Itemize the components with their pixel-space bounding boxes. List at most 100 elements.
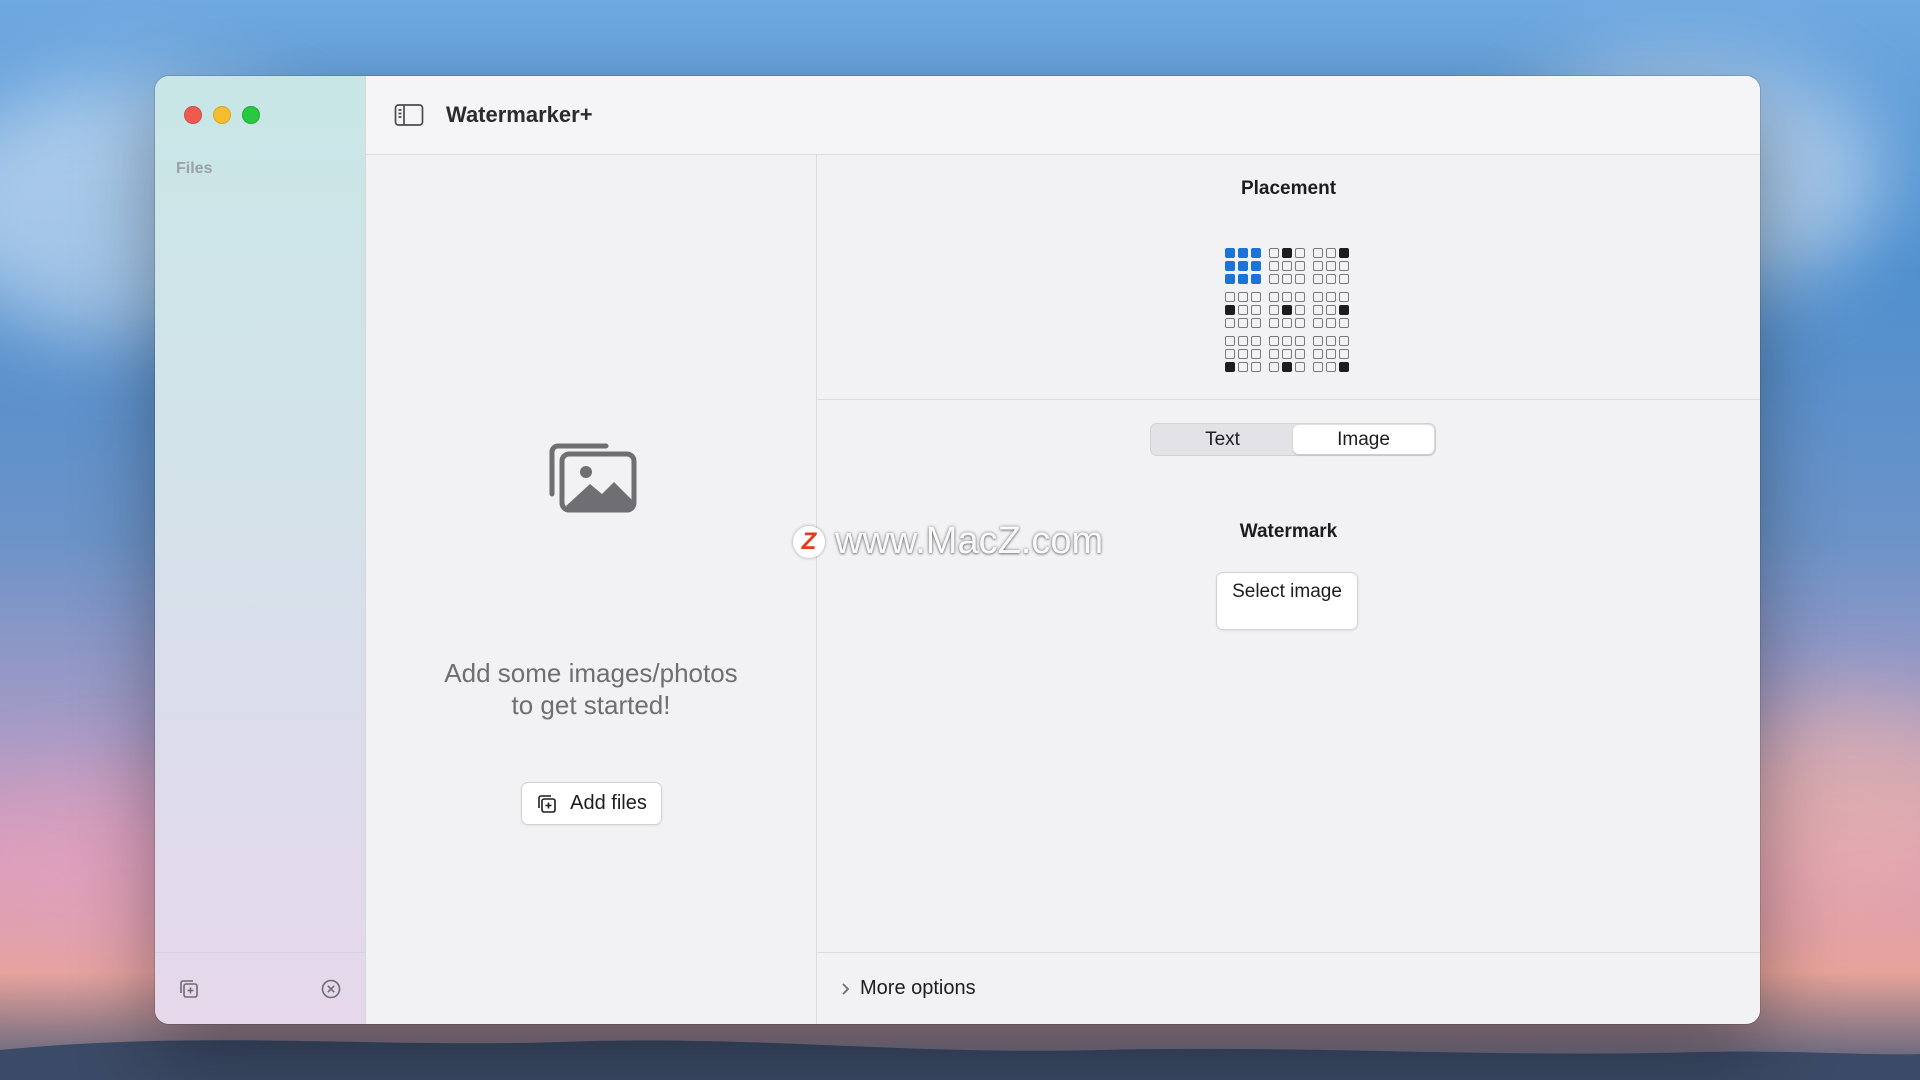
window-title: Watermarker+	[446, 102, 593, 127]
placement-dot	[1282, 336, 1292, 346]
placement-dot	[1269, 349, 1279, 359]
more-options-label: More options	[860, 977, 976, 999]
settings-pane: Placement Text Image Watermark Select ima…	[817, 155, 1760, 1024]
placement-option-top-left[interactable]	[1225, 248, 1264, 292]
placement-dot	[1282, 248, 1292, 258]
placement-option-middle-left[interactable]	[1225, 292, 1264, 336]
placement-dot	[1238, 349, 1248, 359]
placement-dot	[1326, 274, 1336, 284]
remove-circle-icon[interactable]	[319, 977, 343, 1001]
z-logo-icon: Z	[793, 525, 825, 558]
placement-dot	[1339, 292, 1349, 302]
placement-dot	[1326, 292, 1336, 302]
placement-dot	[1251, 362, 1261, 372]
placement-option-bottom-center[interactable]	[1269, 336, 1308, 380]
placement-dot	[1225, 362, 1235, 372]
placement-dot	[1313, 248, 1323, 258]
placement-dot	[1225, 336, 1235, 346]
placement-title: Placement	[1240, 178, 1337, 199]
placement-dot	[1313, 318, 1323, 328]
placement-dot	[1313, 362, 1323, 372]
chevron-right-icon	[842, 982, 850, 995]
placement-dot	[1326, 336, 1336, 346]
placement-dot	[1269, 274, 1279, 284]
placement-dot	[1251, 305, 1261, 315]
sidebar: Files	[155, 76, 366, 1024]
mode-option-text[interactable]: Text	[1152, 425, 1293, 454]
placement-dot	[1295, 336, 1305, 346]
sidebar-heading-files: Files	[176, 160, 213, 177]
placement-option-center[interactable]	[1269, 292, 1308, 336]
minimize-button[interactable]	[213, 106, 231, 124]
placement-dot	[1225, 349, 1235, 359]
placement-dot	[1326, 318, 1336, 328]
placement-dot	[1251, 274, 1261, 284]
placement-dot	[1282, 349, 1292, 359]
placement-dot	[1282, 362, 1292, 372]
placement-option-bottom-left[interactable]	[1225, 336, 1264, 380]
placement-dot	[1339, 274, 1349, 284]
image-drop-area[interactable]: Add some images/photos to get started! A…	[366, 155, 817, 1024]
select-image-button[interactable]: Select image	[1216, 572, 1358, 630]
add-files-icon[interactable]	[177, 977, 201, 1001]
placement-dot	[1326, 362, 1336, 372]
add-files-icon	[538, 794, 556, 813]
placement-dot	[1238, 362, 1248, 372]
placement-dot	[1295, 305, 1305, 315]
placement-dot	[1326, 349, 1336, 359]
placement-dot	[1295, 349, 1305, 359]
placement-dot	[1295, 318, 1305, 328]
placement-dot	[1251, 318, 1261, 328]
placement-dot	[1282, 292, 1292, 302]
placement-option-top-right[interactable]	[1313, 248, 1352, 292]
placement-dot	[1282, 261, 1292, 271]
placement-dot	[1339, 362, 1349, 372]
placement-dot	[1282, 318, 1292, 328]
sidebar-footer	[155, 952, 365, 1024]
empty-state-line-2: to get started!	[511, 690, 671, 720]
more-options-disclosure[interactable]: More options	[817, 952, 1760, 1024]
site-watermark-text: www.MacZ.com	[835, 520, 1104, 562]
placement-dot	[1282, 274, 1292, 284]
mountain-silhouette	[0, 1040, 1920, 1080]
placement-dot	[1225, 248, 1235, 258]
placement-dot	[1238, 292, 1248, 302]
placement-dot	[1339, 349, 1349, 359]
window-controls	[184, 106, 260, 124]
site-watermark-overlay: Z www.MacZ.com	[793, 520, 1103, 563]
zoom-button[interactable]	[242, 106, 260, 124]
placement-dot	[1225, 305, 1235, 315]
placement-dot	[1339, 318, 1349, 328]
placement-dot	[1251, 349, 1261, 359]
placement-dot	[1238, 305, 1248, 315]
toolbar: Watermarker+	[366, 76, 1760, 155]
add-files-button[interactable]: Add files	[521, 782, 662, 825]
placement-dot	[1269, 362, 1279, 372]
placement-dot	[1313, 336, 1323, 346]
placement-dot	[1339, 248, 1349, 258]
placement-dot	[1295, 292, 1305, 302]
placement-dot	[1225, 274, 1235, 284]
placement-dot	[1238, 261, 1248, 271]
placement-dot	[1251, 248, 1261, 258]
placement-dot	[1269, 336, 1279, 346]
placement-dot	[1326, 261, 1336, 271]
placement-dot	[1269, 305, 1279, 315]
placement-dot	[1251, 336, 1261, 346]
placement-dot	[1313, 305, 1323, 315]
placement-option-top-center[interactable]	[1269, 248, 1308, 292]
placement-dot	[1313, 261, 1323, 271]
placement-dot	[1251, 261, 1261, 271]
placement-section: Placement	[817, 155, 1760, 400]
placement-dot	[1326, 305, 1336, 315]
sidebar-toggle-icon[interactable]	[394, 103, 424, 127]
placement-dot	[1238, 248, 1248, 258]
mode-option-image[interactable]: Image	[1293, 425, 1434, 454]
placement-option-bottom-right[interactable]	[1313, 336, 1352, 380]
placement-dot	[1339, 336, 1349, 346]
add-files-label: Add files	[570, 792, 647, 814]
placement-dot	[1295, 248, 1305, 258]
placement-option-middle-right[interactable]	[1313, 292, 1352, 336]
close-button[interactable]	[184, 106, 202, 124]
empty-state-line-1: Add some images/photos	[444, 658, 738, 688]
